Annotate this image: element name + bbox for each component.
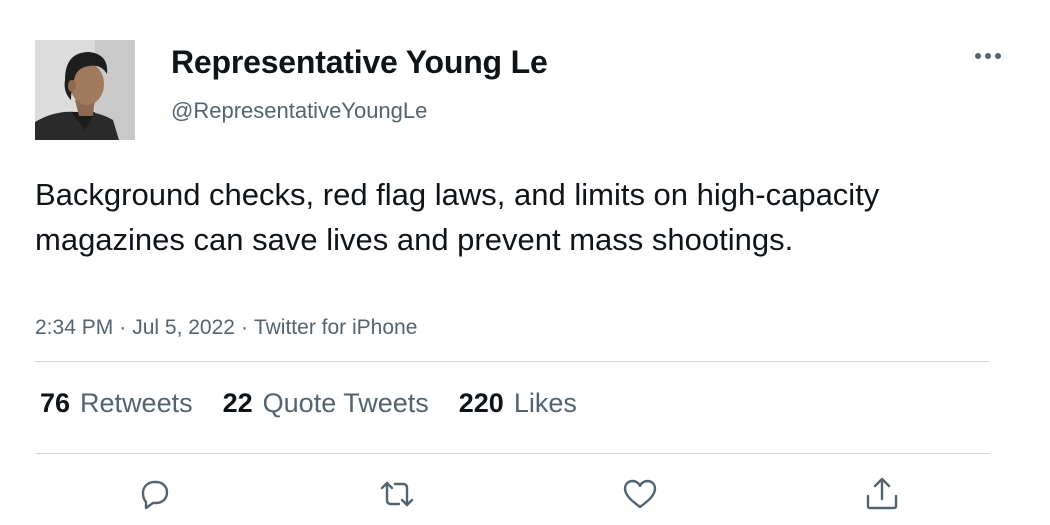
reply-icon	[141, 480, 169, 510]
share-icon	[866, 477, 898, 510]
more-horizontal-icon[interactable]	[970, 44, 1006, 68]
avatar-photo	[35, 40, 135, 140]
retweets-stat[interactable]: 76 Retweets	[40, 388, 193, 419]
tweet-text: Background checks, red flag laws, and li…	[35, 177, 880, 257]
retweets-label: Retweets	[80, 388, 193, 418]
heart-icon	[623, 479, 657, 509]
divider	[35, 453, 990, 454]
meta-separator: ·	[119, 316, 127, 339]
tweet-metadata: 2:34 PM · Jul 5, 2022 · Twitter for iPhone	[35, 316, 417, 340]
quote-tweets-label: Quote Tweets	[262, 388, 429, 418]
tweet-source[interactable]: Twitter for iPhone	[254, 316, 417, 339]
retweet-button[interactable]	[377, 474, 417, 514]
like-button[interactable]	[620, 474, 660, 514]
quote-tweets-stat[interactable]: 22 Quote Tweets	[223, 388, 429, 419]
retweets-count: 76	[40, 388, 71, 418]
share-button[interactable]	[862, 474, 902, 514]
tweet-date[interactable]: Jul 5, 2022	[132, 316, 235, 339]
likes-stat[interactable]: 220 Likes	[459, 388, 577, 419]
author-handle[interactable]: @RepresentativeYoungLe	[171, 98, 427, 124]
divider	[35, 361, 990, 362]
likes-count: 220	[458, 388, 504, 418]
quote-tweets-count: 22	[222, 388, 253, 418]
tweet-stats: 76 Retweets 22 Quote Tweets 220 Likes	[40, 388, 577, 419]
author-display-name[interactable]: Representative Young Le	[171, 44, 548, 81]
tweet-time[interactable]: 2:34 PM	[35, 316, 113, 339]
reply-button[interactable]	[135, 474, 175, 514]
tweet-card: Representative Young Le @RepresentativeY…	[0, 0, 1050, 525]
retweet-icon	[380, 481, 414, 507]
meta-separator: ·	[240, 316, 248, 339]
avatar[interactable]	[35, 40, 135, 140]
likes-label: Likes	[513, 388, 577, 418]
